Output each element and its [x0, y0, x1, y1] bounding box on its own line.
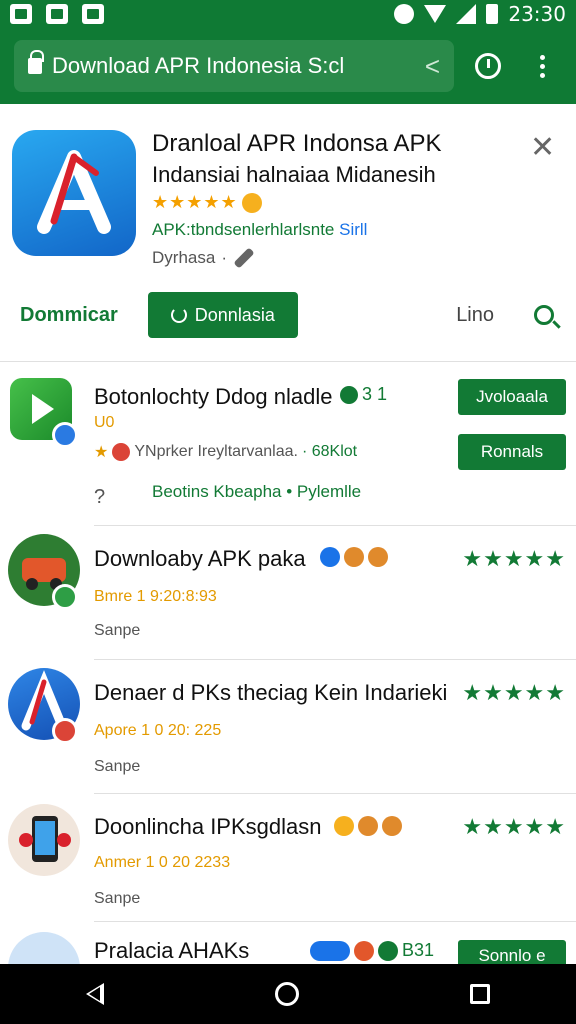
phone-app-icon: [8, 804, 80, 876]
install-button[interactable]: Donnlasia: [147, 292, 298, 338]
check-badge-icon: [52, 584, 78, 610]
install-label: Donnlasia: [194, 304, 275, 325]
clock-icon: [475, 53, 501, 79]
star-icon: ★: [94, 444, 109, 461]
link-button[interactable]: Lino: [456, 304, 494, 327]
emoji-icon: [241, 192, 262, 213]
rename-button[interactable]: Ronnals: [458, 434, 566, 470]
item-badge: 3 1: [340, 384, 387, 405]
app-title: Dranloal APR Indonsa APK: [152, 130, 442, 157]
item-meta-suffix: · 68Klot: [301, 443, 358, 460]
item-stars: ★★★★★: [462, 814, 566, 839]
chrome-icon: [112, 443, 131, 461]
overflow-menu-button[interactable]: [522, 46, 562, 86]
more-vert-icon: [539, 54, 545, 78]
help-icon: ?: [94, 486, 106, 508]
battery-icon: [486, 4, 499, 24]
item-meta-text: YNprker Ireyltarvanlaa.: [134, 443, 298, 460]
divider: [94, 921, 576, 922]
image-icon: [10, 4, 32, 24]
developer-name: APK:tbndsenlerhlarlsnte: [152, 220, 335, 239]
app-developer: APK:tbndsenlerhlarlsnte Sirll: [152, 220, 367, 240]
red-badge-icon: [354, 940, 374, 961]
item-sub-prefix: U0: [94, 414, 115, 431]
wifi-icon: [424, 5, 447, 23]
orange-badge-icon: [344, 547, 364, 567]
orange-badge-icon: [368, 547, 388, 567]
divider: [94, 793, 576, 794]
gallery-icon: [46, 4, 68, 24]
item-sub: Sanpe: [94, 622, 141, 639]
item-sub: Sanpe: [94, 758, 141, 775]
item-badge-text: B31: [402, 940, 435, 960]
search-icon[interactable]: [534, 305, 554, 325]
item-stars: ★★★★★: [462, 680, 566, 705]
blue-badge-icon: [320, 547, 340, 567]
item-badges: [334, 816, 402, 836]
item-badges: B31: [310, 940, 434, 961]
item-title: Botonlochty Ddog nladle: [94, 384, 333, 409]
app-category: Dyrhasa ·: [152, 247, 255, 269]
chrome-badge-icon: [52, 718, 78, 744]
check-icon: [340, 385, 358, 404]
wrench-icon: [233, 247, 255, 269]
rating-stars: ★★★★★: [152, 192, 238, 212]
status-time: 23:30: [508, 2, 566, 26]
developer-suffix: Sirll: [339, 220, 368, 239]
list-item[interactable]: Denaer d PKs theciag Kein Indarieki ★★★★…: [0, 662, 576, 794]
url-bar[interactable]: Download APR Indonesia S:cl <: [14, 40, 454, 92]
recents-icon[interactable]: [470, 984, 491, 1004]
status-bar: 23:30: [0, 0, 576, 28]
tablet-app-icon: [8, 932, 80, 964]
list-item[interactable]: Downloaby APK paka ★★★★★ Bmre 1 9:20:8:9…: [0, 528, 576, 660]
app-header: Dranloal APR Indonsa APK Indansiai halna…: [0, 104, 576, 362]
back-icon[interactable]: [85, 983, 104, 1005]
app-rating: ★★★★★: [152, 192, 262, 213]
open-button[interactable]: Jvoloaala: [458, 379, 566, 415]
item-stars: ★★★★★: [462, 546, 566, 571]
system-nav-bar: [0, 964, 576, 1024]
download-button[interactable]: Dommicar: [20, 304, 118, 327]
apr-logo-icon: [37, 150, 111, 234]
app-subtitle: Indansiai halnaiaa Midanesih: [152, 162, 436, 187]
orange-badge-icon: [382, 816, 402, 836]
list-item[interactable]: Botonlochty Ddog nladle 3 1 U0 ★ YNprker…: [0, 374, 576, 526]
install-button[interactable]: Sonnlo e: [458, 940, 566, 964]
item-title: Denaer d PKs theciag Kein Indarieki: [94, 680, 448, 705]
notification-icon: [82, 4, 104, 24]
category-label: Dyrhasa: [152, 248, 216, 267]
browser-toolbar: Download APR Indonesia S:cl <: [0, 28, 576, 104]
blue-badge-icon: [310, 940, 350, 961]
power-icon: [170, 307, 187, 323]
item-sub: Sanpe: [94, 890, 141, 907]
check-icon: [378, 940, 398, 961]
item-badge-text: 3 1: [362, 384, 388, 404]
close-button[interactable]: ✕: [530, 130, 555, 165]
alarm-icon: [394, 4, 415, 24]
orange-badge-icon: [358, 816, 378, 836]
item-title: Downloaby APK paka: [94, 546, 306, 571]
url-text: Download APR Indonesia S:cl: [52, 53, 345, 78]
lock-icon: [28, 50, 44, 74]
item-meta: Apore 1 0 20: 225: [94, 722, 222, 739]
item-title: Pralacia AHAKs: [94, 938, 250, 963]
item-meta: Anmer 1 0 20 2233: [94, 854, 231, 871]
app-icon[interactable]: [12, 130, 136, 256]
item-meta: ★ YNprker Ireyltarvanlaa. · 68Klot: [94, 442, 357, 462]
list-item[interactable]: Doonlincha IPKsgdlasn ★★★★★ Anmer 1 0 20…: [0, 796, 576, 922]
emoji-icon: [334, 816, 354, 836]
divider: [94, 659, 576, 660]
item-badges: [320, 547, 388, 567]
share-icon[interactable]: <: [425, 51, 440, 82]
divider: [94, 525, 576, 526]
item-tags: Beotins Kbeapha • Pylemlle: [152, 482, 362, 501]
home-icon[interactable]: [274, 982, 299, 1006]
clock-button[interactable]: [468, 46, 508, 86]
list-item[interactable]: Pralacia AHAKs B31 Sonnlo e: [0, 924, 576, 964]
signal-icon: [456, 4, 477, 24]
verified-badge-icon: [52, 422, 78, 448]
item-title: Doonlincha IPKsgdlasn: [94, 814, 322, 839]
item-meta: Bmre 1 9:20:8:93: [94, 588, 217, 605]
app-actions: Dommicar Donnlasia Lino: [0, 290, 576, 340]
